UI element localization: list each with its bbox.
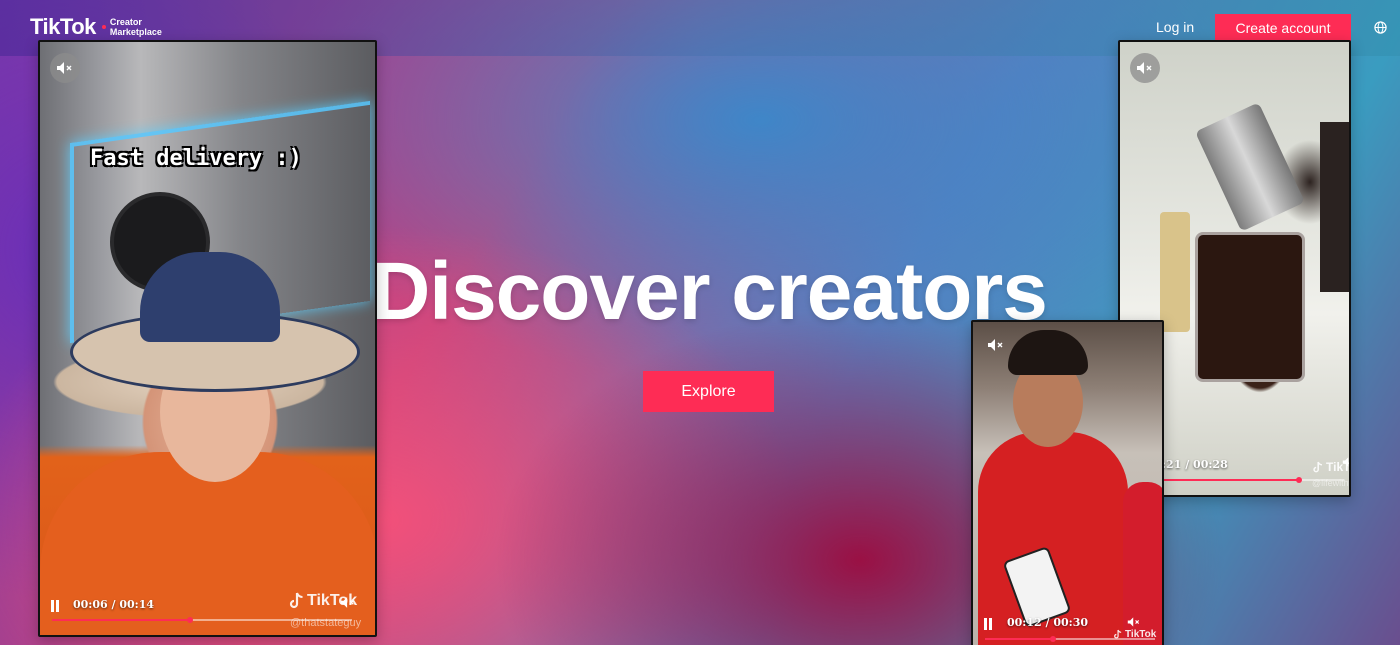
- video-coffee-jar: [1195, 232, 1305, 382]
- create-account-button[interactable]: Create account: [1215, 14, 1351, 42]
- video-progress-bar[interactable]: [985, 636, 1155, 642]
- video-time: 00:06 / 00:14: [73, 598, 155, 611]
- muted-speaker-icon[interactable]: [340, 596, 356, 609]
- mute-toggle-button[interactable]: [50, 53, 80, 83]
- login-link[interactable]: Log in: [1156, 19, 1194, 35]
- video-caption: Fast delivery :): [90, 146, 302, 171]
- progress-fill: [985, 638, 1053, 640]
- muted-speaker-icon: [57, 62, 72, 74]
- video-progress-bar[interactable]: [52, 617, 352, 623]
- muted-speaker-icon[interactable]: [987, 338, 1005, 352]
- tiktok-note-icon: [289, 592, 303, 609]
- video-milk-pitcher: [1195, 102, 1305, 232]
- logo-subtitle-line2: Marketplace: [109, 27, 162, 37]
- video-time: 00:12 / 00:30: [1007, 616, 1089, 629]
- video-progress-bar[interactable]: [1164, 477, 1344, 483]
- video-person-hair: [1008, 330, 1088, 375]
- tiktok-creator-marketplace-logo[interactable]: TikTok Creator Marketplace: [30, 14, 162, 40]
- tiktok-note-icon: [1313, 461, 1323, 472]
- video-carton: [1320, 122, 1349, 292]
- video-card-left[interactable]: Fast delivery :) 00:06 / 00:14 TikTok @t…: [38, 40, 377, 637]
- video-person-hat-crown: [140, 252, 280, 342]
- logo-dot: [101, 25, 106, 29]
- muted-speaker-icon[interactable]: [1342, 456, 1351, 468]
- progress-knob[interactable]: [1296, 477, 1302, 483]
- logo-subtitle: Creator Marketplace: [110, 17, 162, 37]
- progress-knob[interactable]: [187, 617, 193, 623]
- muted-speaker-icon: [1137, 62, 1152, 74]
- logo-subtitle-line1: Creator: [109, 17, 142, 27]
- video-time: :21 / 00:28: [1162, 458, 1228, 471]
- pause-button[interactable]: [50, 600, 60, 612]
- globe-icon[interactable]: [1374, 21, 1387, 34]
- pause-button[interactable]: [983, 618, 993, 630]
- progress-knob[interactable]: [1050, 636, 1056, 642]
- explore-button[interactable]: Explore: [643, 371, 774, 412]
- video-bottle: [1160, 212, 1190, 332]
- progress-fill: [52, 619, 190, 621]
- logo-wordmark: TikTok: [30, 14, 96, 39]
- progress-fill: [1164, 479, 1299, 481]
- video-card-middle[interactable]: 00:12 / 00:30 TikTok: [971, 320, 1164, 645]
- muted-speaker-icon[interactable]: [1127, 616, 1141, 628]
- mute-toggle-button[interactable]: [1130, 53, 1160, 83]
